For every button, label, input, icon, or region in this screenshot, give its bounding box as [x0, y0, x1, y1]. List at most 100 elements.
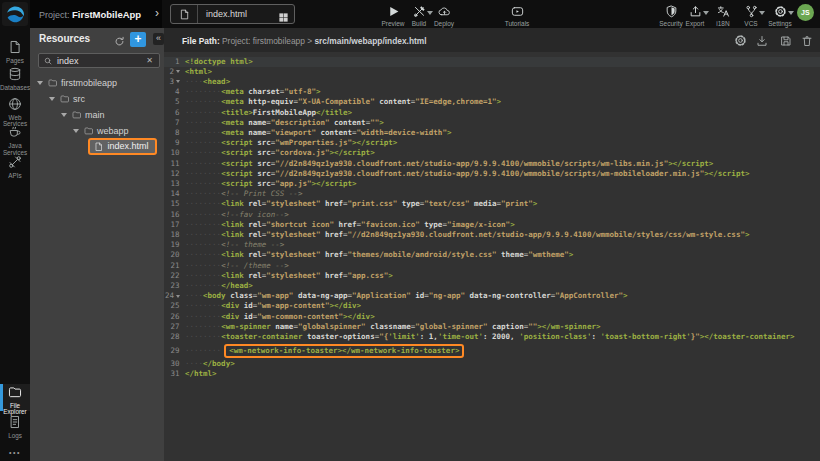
code-line-17[interactable]: 17········<link rel="shortcut icon" href…	[164, 220, 820, 230]
tree-item-src[interactable]: src	[30, 91, 164, 107]
line-number: 15	[164, 199, 185, 209]
deploy-button[interactable]: Deploy	[422, 3, 466, 27]
code-line-23[interactable]: 23········</head>	[164, 281, 820, 291]
code-line-11[interactable]: 11········<script src="//d2n849qz1ya930.…	[164, 159, 820, 169]
globe-icon	[8, 97, 22, 114]
delete-icon[interactable]	[801, 33, 813, 51]
code-line-19[interactable]: 19········<!-- theme -->	[164, 240, 820, 250]
sidebar-item-databases[interactable]: Databases	[0, 67, 30, 92]
code-line-26[interactable]: 26········<div id="wm-common-content"></…	[164, 312, 820, 322]
code-line-1[interactable]: 1<!doctype html>	[164, 57, 820, 67]
download-icon[interactable]	[756, 33, 768, 51]
folder-icon	[60, 94, 70, 104]
sidebar-item-java-services[interactable]: JavaServices	[0, 125, 30, 156]
code-editor[interactable]: 1<!doctype html>2<html>3····<head>4·····…	[164, 52, 820, 461]
code-line-10[interactable]: 10········<script src="cordova.js"></scr…	[164, 148, 820, 158]
code-line-2[interactable]: 2<html>	[164, 67, 820, 77]
sidebar-item-logs[interactable]: Logs	[0, 415, 30, 440]
line-number: 21	[164, 261, 185, 271]
wavemaker-logo[interactable]	[2, 2, 28, 26]
refresh-icon[interactable]	[114, 33, 125, 51]
code-line-14[interactable]: 14········<!-- Print CSS -->	[164, 189, 820, 199]
resources-title: Resources	[39, 33, 90, 44]
sidebar-more-button[interactable]: •••	[0, 449, 30, 456]
code-line-31[interactable]: 31</html>	[164, 369, 820, 379]
line-number: 10	[164, 148, 185, 158]
line-number: 29	[164, 346, 185, 356]
code-line-21[interactable]: 21········<!-- /theme -->	[164, 261, 820, 271]
search-box[interactable]: index ✕	[38, 53, 160, 69]
line-number: 19	[164, 240, 185, 250]
line-number: 6	[164, 108, 185, 118]
fold-caret-icon[interactable]	[176, 70, 180, 73]
tree-item-webapp[interactable]: webapp	[30, 123, 164, 139]
caret-down-icon[interactable]	[73, 129, 79, 133]
resources-panel: Resources + « index ✕ firstmobileapp src…	[30, 28, 164, 461]
file-path-text: File Path: Project: firstmobileapp > src…	[182, 36, 427, 46]
file-path-label: File Path:	[182, 36, 220, 46]
code-line-7[interactable]: 7········<meta name="description" conten…	[164, 118, 820, 128]
caret-down-icon[interactable]	[49, 97, 55, 101]
code-line-13[interactable]: 13········<script src="app.js"></script>	[164, 179, 820, 189]
line-number: 16	[164, 210, 185, 220]
avatar[interactable]: JS	[797, 4, 814, 21]
file-path-bar: File Path: Project: firstmobileapp > src…	[164, 28, 820, 52]
selected-file-highlight[interactable]: index.html	[88, 138, 157, 156]
code-line-5[interactable]: 5········<meta http-equiv="X-UA-Compatib…	[164, 97, 820, 107]
code-line-30[interactable]: 30····</body>	[164, 359, 820, 369]
sidebar-item-apis[interactable]: APIs	[0, 155, 30, 180]
code-line-20[interactable]: 20········<link rel="stylesheet" href="t…	[164, 250, 820, 260]
left-sidebar: Pages Databases WebServices JavaServices…	[0, 28, 30, 461]
code-line-9[interactable]: 9········<script src="wmProperties.js"><…	[164, 138, 820, 148]
line-number: 26	[164, 312, 185, 322]
code-line-18[interactable]: 18········<link rel="stylesheet" href="/…	[164, 230, 820, 240]
caret-down-icon[interactable]	[61, 113, 67, 117]
folder-icon	[72, 110, 82, 120]
line-number: 22	[164, 271, 185, 281]
chevron-right-icon[interactable]: ›	[155, 6, 159, 20]
sidebar-item-pages[interactable]: Pages	[0, 40, 30, 65]
code-line-15[interactable]: 15········<link rel="stylesheet" href="p…	[164, 199, 820, 209]
line-number: 2	[164, 67, 185, 77]
fold-caret-icon[interactable]	[176, 295, 180, 298]
code-line-27[interactable]: 27········<wm-spinner name="globalspinne…	[164, 322, 820, 332]
code-line-8[interactable]: 8········<meta name="viewport" content="…	[164, 128, 820, 138]
code-line-4[interactable]: 4········<meta charset="utf-8">	[164, 87, 820, 97]
code-line-29[interactable]: 29········<wm-network-info-toaster></wm-…	[164, 342, 820, 359]
tree-item-index.html[interactable]: index.html	[30, 139, 164, 155]
grid-icon[interactable]	[278, 9, 289, 27]
code-line-16[interactable]: 16········<!--fav icon-->	[164, 210, 820, 220]
code-line-3[interactable]: 3····<head>	[164, 77, 820, 87]
code-line-28[interactable]: 28········<toaster-container toaster-opt…	[164, 332, 820, 342]
line-number: 31	[164, 369, 185, 379]
code-line-12[interactable]: 12········<script src="//d2n849qz1ya930.…	[164, 169, 820, 179]
clear-search-icon[interactable]: ✕	[146, 56, 153, 65]
code-line-25[interactable]: 25········<div id="wm-app-content"></div…	[164, 301, 820, 311]
line-number: 30	[164, 359, 185, 369]
settings-button[interactable]: Settings	[758, 3, 802, 27]
fold-caret-icon[interactable]	[176, 80, 180, 83]
code-line-24[interactable]: 24····<body class="wm-app" data-ng-app="…	[164, 291, 820, 301]
line-number: 7	[164, 118, 185, 128]
tutorials-button[interactable]: Tutorials	[495, 3, 539, 27]
code-line-22[interactable]: 22········<link rel="stylesheet" href="a…	[164, 271, 820, 281]
line-number: 9	[164, 138, 185, 148]
sidebar-item-file-explorer[interactable]: FileExplorer	[0, 385, 30, 416]
tab-index-html[interactable]: index.html	[170, 4, 295, 24]
add-resource-button[interactable]: +	[130, 32, 146, 48]
line-number: 1	[164, 57, 185, 67]
pages-icon	[8, 40, 22, 57]
collapse-panel-button[interactable]: «	[153, 33, 164, 45]
tree-item-main[interactable]: main	[30, 107, 164, 123]
top-bar: Project: FirstMobileApp › index.html Pre…	[0, 0, 820, 28]
tree-item-firstmobileapp[interactable]: firstmobileapp	[30, 75, 164, 91]
line-number: 20	[164, 250, 185, 260]
sidebar-item-web-services[interactable]: WebServices	[0, 97, 30, 128]
code-line-6[interactable]: 6········<title>FirstMobileApp</title>	[164, 108, 820, 118]
search-input[interactable]: index	[57, 56, 79, 66]
file-settings-icon[interactable]	[734, 33, 747, 51]
folder-icon	[8, 385, 22, 402]
save-icon[interactable]	[780, 33, 792, 51]
project-label: Project:	[39, 10, 70, 20]
caret-down-icon[interactable]	[37, 81, 43, 85]
